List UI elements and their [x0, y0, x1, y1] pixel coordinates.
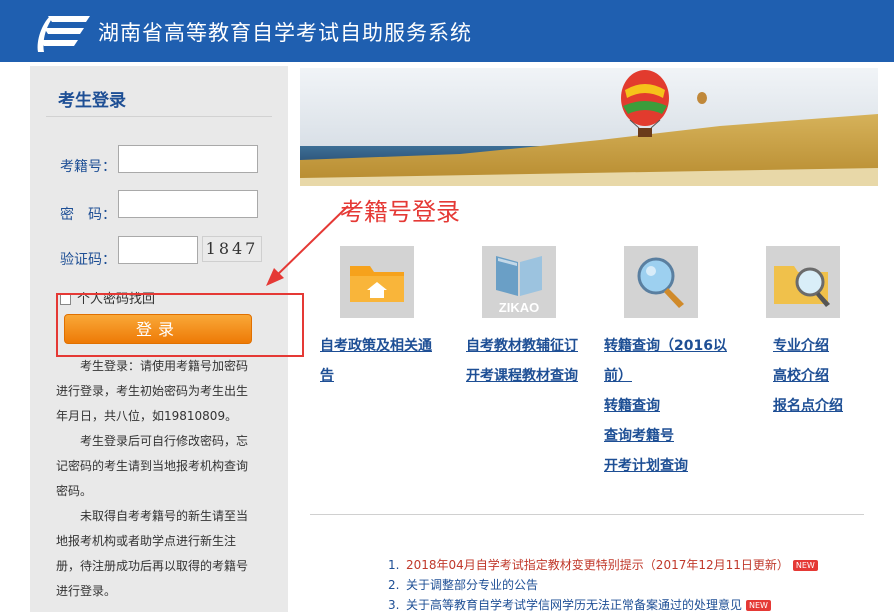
app-title: 湖南省高等教育自学考试自助服务系统: [98, 21, 472, 45]
link-major-intro[interactable]: 专业介绍: [773, 331, 843, 361]
link-transfer-before-2016[interactable]: 转籍查询（2016以: [604, 331, 727, 361]
news-item[interactable]: 1. 2018年04月自学考试指定教材变更特别提示（2017年12月11日更新） N…: [388, 555, 818, 575]
captcha-input[interactable]: [118, 236, 198, 264]
magnifier-icon[interactable]: [624, 246, 698, 318]
zikao-book-icon[interactable]: ZIKAO: [482, 246, 556, 318]
login-info-2: 考生登录后可自行修改密码，忘记密码的考生请到当地报考机构查询密码。: [56, 434, 249, 498]
link-exam-no-query[interactable]: 查询考籍号: [604, 421, 727, 451]
divider: [310, 514, 864, 515]
captcha-label: 验证码：: [60, 252, 116, 268]
zikao-caption: ZIKAO: [499, 300, 539, 315]
links-col-intro: 专业介绍 高校介绍 报名点介绍: [773, 331, 843, 421]
link-college-intro[interactable]: 高校介绍: [773, 361, 843, 391]
highlight-box: [56, 293, 304, 357]
link-transfer-query[interactable]: 转籍查询: [604, 391, 727, 421]
links-col-materials: 自考教材教辅征订 开考课程教材查询: [466, 331, 578, 391]
new-badge: NEW: [746, 600, 771, 611]
annotation-arrow-icon: [266, 205, 349, 286]
captcha-image[interactable]: 1847: [202, 236, 262, 262]
links-col-transfer: 转籍查询（2016以 前） 转籍查询 查询考籍号 开考计划查询: [604, 331, 727, 481]
news-list: 1. 2018年04月自学考试指定教材变更特别提示（2017年12月11日更新） N…: [388, 555, 818, 615]
news-item[interactable]: 3. 关于高等教育自学考试学信网学历无法正常备案通过的处理意见 NEW: [388, 595, 818, 615]
links-col-policy: 自考政策及相关通 告: [320, 331, 432, 391]
divider: [46, 116, 272, 117]
new-badge: NEW: [792, 560, 818, 571]
system-logo-icon: [37, 16, 90, 52]
folder-home-icon[interactable]: [340, 246, 414, 318]
login-info-1: 考生登录：请使用考籍号加密码进行登录，考生初始密码为考生出生年月日，共八位，如1…: [56, 359, 249, 423]
link-materials-order[interactable]: 自考教材教辅征订: [466, 331, 578, 361]
news-item[interactable]: 2. 关于调整部分专业的公告: [388, 575, 818, 595]
link-policy-notice[interactable]: 自考政策及相关通: [320, 331, 432, 361]
annotation-text: 考籍号登录: [340, 198, 460, 226]
exam-no-input[interactable]: [118, 145, 258, 173]
link-course-materials[interactable]: 开考课程教材查询: [466, 361, 578, 391]
link-transfer-before-2016-cont[interactable]: 前）: [604, 361, 727, 391]
login-info-3: 未取得自考考籍号的新生请至当地报考机构或者助学点进行新生注册，待注册成功后再以取…: [56, 509, 249, 598]
link-policy-notice-cont[interactable]: 告: [320, 361, 432, 391]
link-exam-plan-query[interactable]: 开考计划查询: [604, 451, 727, 481]
header-bar: 湖南省高等教育自学考试自助服务系统: [0, 0, 894, 62]
banner-image: [300, 68, 878, 186]
password-input[interactable]: [118, 190, 258, 218]
login-title: 考生登录: [58, 91, 126, 111]
folder-search-icon[interactable]: [766, 246, 840, 318]
password-label: 密 码：: [60, 207, 116, 223]
link-registration-intro[interactable]: 报名点介绍: [773, 391, 843, 421]
exam-no-label: 考籍号：: [60, 159, 116, 175]
